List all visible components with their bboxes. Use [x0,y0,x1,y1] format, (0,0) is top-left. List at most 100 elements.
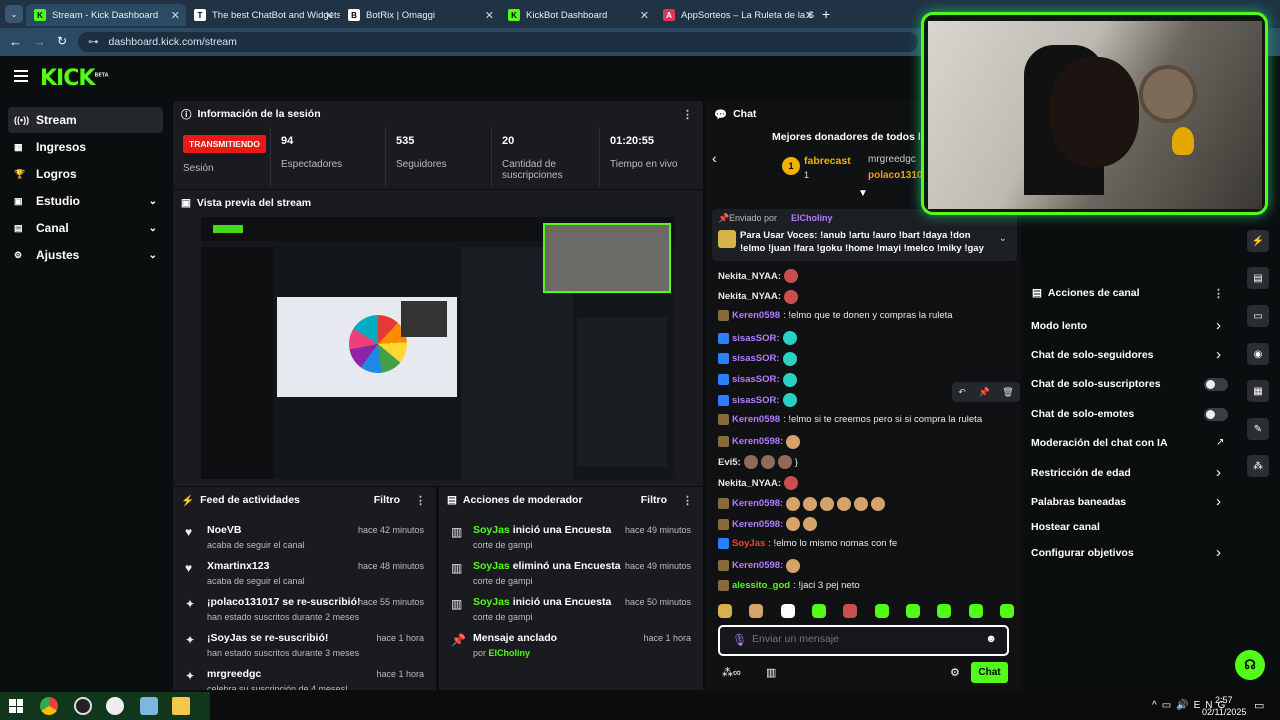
mic-icon[interactable]: 🎙 [732,633,747,647]
chat-username[interactable]: sisasSOR: [732,333,780,344]
chat-message[interactable]: Keren0598: [718,434,801,449]
chat-username[interactable]: sisasSOR: [732,395,780,406]
sidebar-item-canal[interactable]: ▤ Canal ⌄ [8,215,163,241]
chevron-right-icon[interactable]: › [1216,464,1221,481]
media-player-icon[interactable] [106,697,124,715]
channel-action-3[interactable]: Chat de solo-emotes [1031,408,1134,420]
close-tab-icon[interactable]: ✕ [325,9,334,22]
donors-prev-icon[interactable]: ‹ [712,150,717,166]
chat-username[interactable]: Nekita_NYAA: [718,478,781,489]
chat-input[interactable]: 🎙 ☻ [718,625,1009,656]
channel-action-4[interactable]: Moderación del chat con IA [1031,437,1168,449]
browser-tab[interactable]: T The best ChatBot and Widgets ✕ [186,4,340,26]
quick-emote[interactable] [843,604,858,618]
quick-emote[interactable] [968,604,983,618]
external-link-icon[interactable]: ↗ [1216,437,1224,448]
broadcast-icon[interactable]: ◉ [1247,343,1269,365]
sidebar-item-estudio[interactable]: ▣ Estudio ⌄ [8,188,163,214]
close-tab-icon[interactable]: ✕ [640,9,649,22]
forward-icon[interactable]: → [33,34,46,49]
document-icon[interactable]: ▤ [1247,267,1269,289]
collapse-donors-icon[interactable]: ▼ [858,188,868,199]
chat-message[interactable]: Keren0598: [718,517,818,532]
chat-username[interactable]: Keren0598: [732,560,783,571]
kick-points-icon[interactable]: ⁂∞ [722,666,741,679]
pin-message-icon[interactable]: 📌 [978,387,989,398]
new-tab-icon[interactable]: + [822,6,830,22]
chevron-right-icon[interactable]: › [1216,544,1221,561]
quick-emote[interactable] [811,604,826,618]
sidebar-item-ajustes[interactable]: ⚙ Ajustes ⌄ [8,242,163,268]
chat-message[interactable]: Keren0598: !elmo que te donen y compras … [718,310,953,322]
quick-emote[interactable] [937,604,952,618]
layout-icon[interactable]: ▦ [1247,380,1269,402]
browser-tab[interactable]: A AppSorteos – La Ruleta de la S ✕ [655,4,820,26]
channel-action-2[interactable]: Chat de solo-suscriptores [1031,378,1161,390]
chat-message[interactable]: Keren0598: !elmo si te creemos pero si s… [718,413,982,425]
chat-message[interactable]: Nekita_NYAA: [718,476,799,490]
pinned-message[interactable]: 📌 Enviado por ElCholiny Para Usar Voces:… [712,209,1017,261]
chat-username[interactable]: Keren0598 [732,414,780,425]
chat-message[interactable]: Keren0598: [718,496,886,511]
reload-icon[interactable]: ↻ [57,34,67,48]
browser-tab[interactable]: K Stream - Kick Dashboard ✕ [26,4,186,26]
site-info-icon[interactable]: ⊶ [88,36,99,48]
more-options-icon[interactable]: ⋮ [682,108,693,121]
quick-emote[interactable] [905,604,920,618]
chat-bubble-icon[interactable]: ▭ [1247,305,1269,327]
obs-icon[interactable] [74,697,92,715]
app-icon[interactable] [140,697,158,715]
mod-user[interactable]: SoyJas [473,596,510,608]
help-icon[interactable]: ☊ [1235,650,1265,680]
chat-message[interactable]: sisasSOR: [718,331,797,346]
back-icon[interactable]: ← [9,34,22,49]
wrench-icon[interactable]: ✎ [1247,418,1269,440]
stream-preview-video[interactable] [201,217,675,479]
channel-action-1[interactable]: Chat de solo-seguidores [1031,349,1154,361]
delete-icon[interactable]: 🗑 [1002,387,1013,398]
mod-user[interactable]: ElCholiny [489,648,531,658]
close-tab-icon[interactable]: ✕ [171,9,180,22]
chat-message[interactable]: alessito_god: !jaci 3 pej neto [718,579,860,591]
toggle-switch[interactable] [1204,378,1228,391]
emoji-picker-icon[interactable]: ☻ [985,633,997,645]
quick-emote[interactable] [718,604,732,618]
sidebar-item-ingresos[interactable]: ▦ Ingresos [8,134,163,160]
close-tab-icon[interactable]: ✕ [805,9,814,22]
chat-username[interactable]: sisasSOR: [732,374,780,385]
chat-username[interactable]: Nekita_NYAA: [718,271,781,282]
close-tab-icon[interactable]: ✕ [485,9,494,22]
mod-user[interactable]: SoyJas [473,524,510,536]
chrome-icon[interactable] [40,697,58,715]
chat-settings-icon[interactable]: ⚙ [950,666,960,679]
chat-message[interactable]: Nekita_NYAA: [718,269,799,283]
more-options-icon[interactable]: ⋮ [1213,287,1224,300]
chat-username[interactable]: Evi5: [718,457,741,468]
chevron-down-icon[interactable]: ⌄ [149,223,157,234]
filter-button[interactable]: Filtro [374,494,400,506]
chat-message[interactable]: sisasSOR: [718,372,797,387]
channel-action-7[interactable]: Hostear canal [1031,521,1100,533]
chat-message[interactable]: sisasSOR: [718,393,797,408]
reply-icon[interactable]: ↶ [958,387,966,398]
toggle-switch[interactable] [1204,408,1228,421]
quick-emote[interactable] [999,604,1014,618]
sidebar-item-logros[interactable]: 🏆 Logros [8,161,163,187]
chat-message[interactable]: Evi5: } [718,455,798,470]
channel-action-8[interactable]: Configurar objetivos [1031,547,1134,559]
kick-logo[interactable]: KICKBETA [40,66,109,91]
start-button-icon[interactable] [9,699,23,713]
quick-emote[interactable] [780,604,795,618]
file-explorer-icon[interactable] [172,697,190,715]
chevron-right-icon[interactable]: › [1216,346,1221,363]
browser-tab[interactable]: B BotRix | Omaggi ✕ [340,4,500,26]
hamburger-menu-icon[interactable] [14,70,28,82]
send-chat-button[interactable]: Chat [971,662,1008,683]
chat-message[interactable]: sisasSOR: [718,351,797,366]
chat-message[interactable]: Nekita_NYAA: [718,289,799,304]
quick-emote[interactable] [874,604,889,618]
more-options-icon[interactable]: ⋮ [415,494,426,507]
channel-action-0[interactable]: Modo lento [1031,320,1087,332]
store-icon[interactable]: ▥ [766,666,776,679]
chat-username[interactable]: Keren0598: [732,436,783,447]
